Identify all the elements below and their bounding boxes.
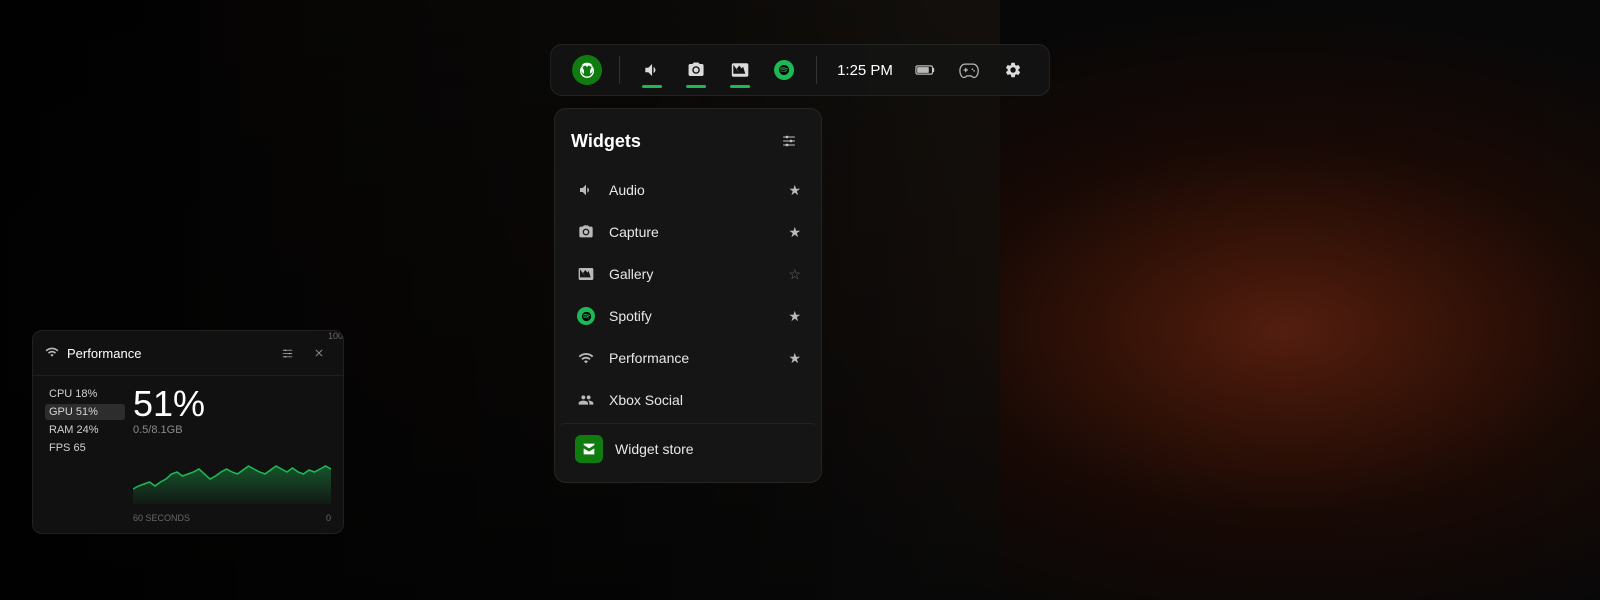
gpu-label: GPU 51% — [49, 406, 98, 418]
perf-header-icon — [45, 345, 59, 362]
perf-chart-svg — [133, 444, 331, 504]
perf-close-btn[interactable] — [307, 341, 331, 365]
perf-chart-area: 51% 0.5/8.1GB 100 — [133, 386, 331, 523]
performance-icon — [575, 347, 597, 369]
spotify-topbar-button[interactable] — [764, 50, 804, 90]
perf-stats: CPU 18% GPU 51% RAM 24% FPS 65 — [45, 386, 125, 523]
widget-item-capture[interactable]: Capture ★ — [559, 211, 817, 253]
controller-button — [949, 50, 989, 90]
widget-item-audio[interactable]: Audio ★ — [559, 169, 817, 211]
fps-label: FPS 65 — [49, 442, 86, 454]
gallery-icon — [575, 263, 597, 285]
xbox-logo-icon — [572, 55, 602, 85]
fps-stat[interactable]: FPS 65 — [45, 440, 125, 456]
spotify-star[interactable]: ★ — [788, 308, 801, 325]
widget-store-item[interactable]: Widget store — [559, 423, 817, 474]
volume-button[interactable] — [632, 50, 672, 90]
cpu-label: CPU 18% — [49, 388, 97, 400]
gpu-stat[interactable]: GPU 51% — [45, 404, 125, 420]
spotify-widget-icon — [575, 305, 597, 327]
widget-item-performance[interactable]: Performance ★ — [559, 337, 817, 379]
topbar-time: 1:25 PM — [837, 62, 893, 79]
capture-label: Capture — [609, 224, 776, 240]
perf-settings-btn[interactable] — [275, 341, 299, 365]
perf-title: Performance — [67, 346, 267, 361]
widget-item-gallery[interactable]: Gallery ☆ — [559, 253, 817, 295]
performance-widget: Performance CPU 18% GPU 51% RAM 24% — [32, 330, 344, 534]
capture-button[interactable] — [676, 50, 716, 90]
xbox-social-label: Xbox Social — [609, 392, 801, 408]
performance-label: Performance — [609, 350, 776, 366]
widgets-settings-button[interactable] — [773, 125, 805, 157]
settings-button[interactable] — [993, 50, 1033, 90]
widget-store-icon — [575, 435, 603, 463]
audio-star[interactable]: ★ — [788, 182, 801, 199]
widget-item-spotify[interactable]: Spotify ★ — [559, 295, 817, 337]
xbox-button[interactable] — [567, 50, 607, 90]
gallery-star[interactable]: ☆ — [788, 266, 801, 283]
perf-chart — [133, 444, 331, 509]
widgets-header: Widgets — [555, 109, 821, 169]
capture-star[interactable]: ★ — [788, 224, 801, 241]
spotify-widget-label: Spotify — [609, 308, 776, 324]
gallery-label: Gallery — [609, 266, 776, 282]
widget-item-xbox-social[interactable]: Xbox Social — [559, 379, 817, 421]
perf-chart-max: 100 — [328, 331, 343, 341]
ram-stat[interactable]: RAM 24% — [45, 422, 125, 438]
audio-label: Audio — [609, 182, 776, 198]
perf-header: Performance — [33, 331, 343, 376]
chart-time-label: 60 SECONDS — [133, 513, 190, 523]
perf-body: CPU 18% GPU 51% RAM 24% FPS 65 51% 0.5/8… — [33, 376, 343, 533]
audio-icon — [575, 179, 597, 201]
perf-sub-label: 0.5/8.1GB — [133, 424, 205, 436]
topbar-divider-2 — [816, 56, 817, 84]
battery-button — [905, 50, 945, 90]
performance-star[interactable]: ★ — [788, 350, 801, 367]
perf-chart-labels: 60 SECONDS 0 — [133, 513, 331, 523]
ram-label: RAM 24% — [49, 424, 99, 436]
topbar-divider-1 — [619, 56, 620, 84]
spotify-icon — [774, 60, 794, 80]
chart-end-label: 0 — [326, 513, 331, 523]
capture-icon — [575, 221, 597, 243]
widgets-panel: Widgets Audio ★ Capture ★ — [554, 108, 822, 483]
cpu-stat[interactable]: CPU 18% — [45, 386, 125, 402]
gallery-button[interactable] — [720, 50, 760, 90]
perf-big-number: 51% — [133, 386, 205, 422]
widgets-title: Widgets — [571, 131, 641, 152]
topbar: 1:25 PM — [550, 44, 1050, 96]
widget-store-label: Widget store — [615, 441, 694, 457]
xbox-social-icon — [575, 389, 597, 411]
